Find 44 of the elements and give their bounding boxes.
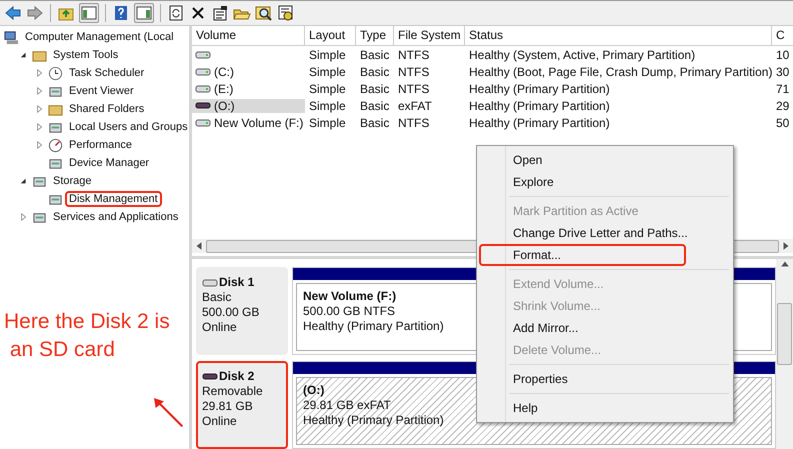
table-cell: (E:) [214, 82, 234, 96]
disk-name: Disk 1 [219, 275, 254, 290]
table-cell: Simple [309, 48, 346, 62]
table-cell: Simple [309, 64, 346, 78]
table-cell: Healthy (System, Active, Primary Partition) [469, 48, 696, 62]
disk-type: Basic [202, 290, 232, 305]
disk-status: Online [202, 414, 238, 429]
disk-size: 29.81 GB [202, 399, 254, 414]
table-cell: Healthy (Boot, Page File, Crash Dump, Primary Partition) [469, 64, 772, 78]
table-cell: Healthy (Primary Partition) [469, 98, 610, 112]
table-cell: 10 [776, 48, 790, 62]
table-cell: (O:) [214, 98, 235, 112]
table-cell: Basic [360, 48, 390, 62]
partition-status: Healthy (Primary Partition) [303, 413, 444, 428]
partition-size: 29.81 GB exFAT [303, 398, 391, 413]
table-cell: Simple [309, 116, 346, 130]
table-cell: New Volume (F:) [214, 116, 304, 130]
table-cell: NTFS [398, 48, 430, 62]
table-cell: Healthy (Primary Partition) [469, 116, 610, 130]
table-cell: NTFS [398, 64, 430, 78]
partition-size: 500.00 GB NTFS [303, 304, 396, 319]
table-cell: Basic [360, 64, 390, 78]
partition-name: New Volume (F:) [303, 289, 396, 304]
table-cell: Simple [309, 98, 346, 112]
table-cell: (C:) [214, 64, 234, 78]
disk-name: Disk 2 [219, 369, 254, 384]
table-cell: Simple [309, 82, 346, 96]
table-cell: 71 [776, 82, 790, 96]
table-cell: 30 [776, 64, 790, 78]
table-cell: 50 [776, 116, 790, 130]
table-cell: 29 [776, 98, 790, 112]
table-cell: Basic [360, 98, 390, 112]
disk-type: Removable [202, 384, 264, 399]
annotation-text: Here the Disk 2 is an SD card [4, 309, 170, 363]
disk-status: Online [202, 320, 238, 335]
partition-name: (O:) [303, 383, 324, 398]
table-cell: Basic [360, 82, 390, 96]
table-cell: NTFS [398, 116, 430, 130]
table-cell: Basic [360, 116, 390, 130]
table-cell: exFAT [398, 98, 432, 112]
partition-status: Healthy (Primary Partition) [303, 319, 444, 334]
table-cell: NTFS [398, 82, 430, 96]
disk-size: 500.00 GB [202, 305, 260, 320]
table-cell: Healthy (Primary Partition) [469, 82, 610, 96]
